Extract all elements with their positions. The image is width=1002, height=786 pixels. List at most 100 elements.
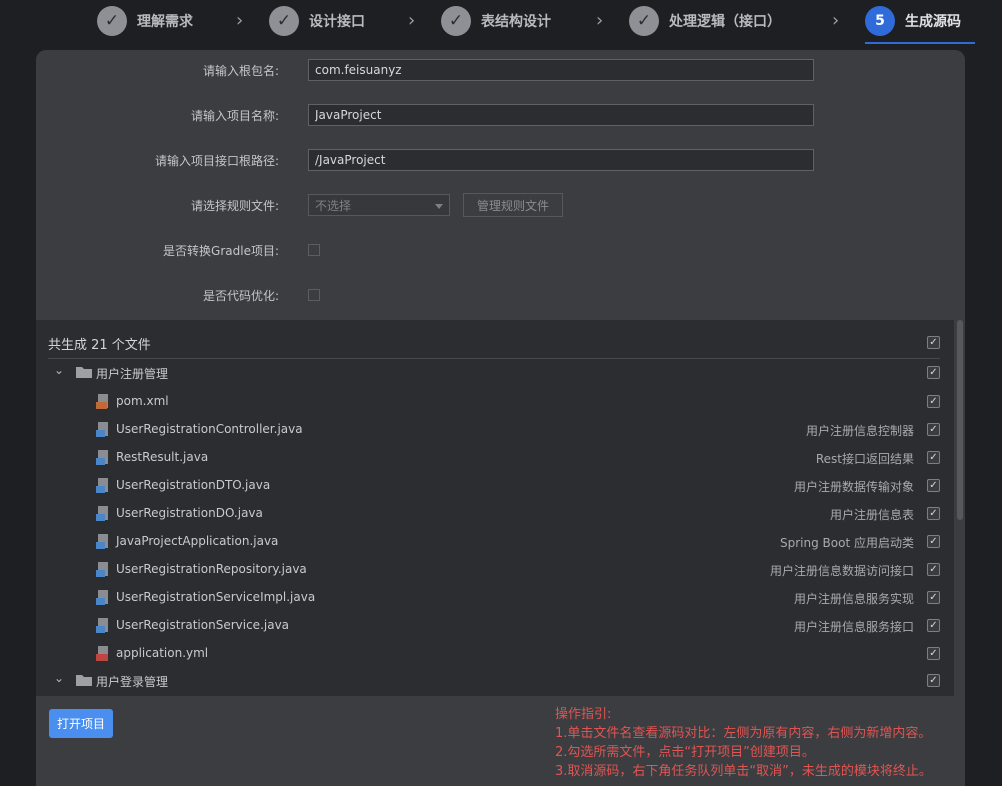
java-file-icon (96, 422, 108, 437)
project-name-input[interactable] (308, 104, 814, 126)
file-checkbox[interactable]: ✓ (927, 591, 940, 604)
chevron-down-icon[interactable]: ⌄ (54, 363, 64, 377)
file-row[interactable]: application.yml ✓ (36, 640, 954, 668)
project-name-label: 请输入项目名称: (190, 108, 279, 123)
java-file-icon (96, 562, 108, 577)
file-row[interactable]: UserRegistrationDO.java 用户注册信息表 ✓ (36, 500, 954, 528)
form-row-rule-file: 请选择规则文件: 不选择 管理规则文件 (36, 192, 965, 218)
package-input[interactable] (308, 59, 814, 81)
folder-checkbox[interactable]: ✓ (927, 366, 940, 379)
chevron-down-icon[interactable]: ⌄ (54, 671, 64, 685)
java-file-icon (96, 618, 108, 633)
xml-file-icon (96, 394, 108, 409)
file-row[interactable]: RestResult.java Rest接口返回结果 ✓ (36, 444, 954, 472)
active-step-underline (865, 42, 975, 44)
folder-name: 用户注册管理 (96, 367, 169, 381)
step-processing-logic[interactable]: ✓ 处理逻辑（接口） (629, 6, 781, 36)
guide-line: 2.勾选所需文件，点击“打开项目”创建项目。 (555, 745, 815, 760)
file-name[interactable]: UserRegistrationDTO.java (116, 478, 270, 492)
file-description: Spring Boot 应用启动类 (780, 536, 914, 550)
file-name[interactable]: UserRegistrationController.java (116, 422, 303, 436)
java-file-icon (96, 534, 108, 549)
step-table-design[interactable]: ✓ 表结构设计 (441, 6, 551, 36)
file-row[interactable]: UserRegistrationRepository.java 用户注册信息数据… (36, 556, 954, 584)
manage-rule-files-button[interactable]: 管理规则文件 (463, 193, 563, 217)
rule-file-label: 请选择规则文件: (190, 198, 279, 213)
file-checkbox[interactable]: ✓ (927, 479, 940, 492)
optimize-label: 是否代码优化: (202, 288, 279, 303)
java-file-icon (96, 590, 108, 605)
open-project-button[interactable]: 打开项目 (49, 709, 113, 738)
optimize-checkbox[interactable] (308, 289, 320, 301)
step-label: 处理逻辑（接口） (669, 14, 781, 30)
file-description: 用户注册数据传输对象 (793, 480, 914, 494)
file-checkbox[interactable]: ✓ (927, 507, 940, 520)
file-name[interactable]: application.yml (116, 646, 208, 660)
folder-name: 用户登录管理 (96, 675, 169, 689)
file-count-summary: 共生成 21 个文件 (48, 338, 151, 353)
rule-file-select[interactable]: 不选择 (308, 194, 450, 216)
rule-file-placeholder: 不选择 (315, 198, 352, 213)
form-row-gradle: 是否转换Gradle项目: (36, 237, 965, 263)
step-design-api[interactable]: ✓ 设计接口 (269, 6, 365, 36)
gradle-checkbox[interactable] (308, 244, 320, 256)
file-checkbox[interactable]: ✓ (927, 423, 940, 436)
guide-line: 1.单击文件名查看源码对比：左侧为原有内容，右侧为新增内容。 (555, 726, 932, 741)
file-checkbox[interactable]: ✓ (927, 395, 940, 408)
yml-file-icon (96, 646, 108, 661)
file-name[interactable]: UserRegistrationRepository.java (116, 562, 307, 576)
guide-title: 操作指引: (555, 707, 612, 722)
step-number: 5 (865, 6, 895, 36)
file-row[interactable]: JavaProjectApplication.java Spring Boot … (36, 528, 954, 556)
chevron-right-icon: › (408, 10, 416, 31)
root-path-input[interactable] (308, 149, 814, 171)
file-checkbox[interactable]: ✓ (927, 619, 940, 632)
file-name[interactable]: RestResult.java (116, 450, 208, 464)
java-file-icon (96, 506, 108, 521)
chevron-right-icon: › (596, 10, 604, 31)
file-checkbox[interactable]: ✓ (927, 535, 940, 548)
file-description: 用户注册信息服务实现 (793, 592, 914, 606)
folder-checkbox[interactable]: ✓ (927, 674, 940, 687)
file-name[interactable]: UserRegistrationService.java (116, 618, 289, 632)
package-label: 请输入根包名: (202, 63, 279, 78)
file-description: Rest接口返回结果 (815, 452, 914, 466)
step-understand-requirements[interactable]: ✓ 理解需求 (97, 6, 193, 36)
form-row-optimize: 是否代码优化: (36, 282, 965, 308)
file-checkbox[interactable]: ✓ (927, 451, 940, 464)
file-name[interactable]: UserRegistrationServiceImpl.java (116, 590, 315, 604)
caret-down-icon (435, 204, 443, 209)
operation-guide: 操作指引: 1.单击文件名查看源码对比：左侧为原有内容，右侧为新增内容。 2.勾… (555, 705, 932, 781)
file-name[interactable]: UserRegistrationDO.java (116, 506, 263, 520)
file-checkbox[interactable]: ✓ (927, 647, 940, 660)
file-name[interactable]: pom.xml (116, 394, 169, 408)
guide-line: 3.取消源码，右下角任务队列单击“取消”，未生成的模块将终止。 (555, 764, 932, 779)
check-icon: ✓ (97, 6, 127, 36)
file-description: 用户注册信息数据访问接口 (769, 564, 914, 578)
file-name[interactable]: JavaProjectApplication.java (116, 534, 278, 548)
select-all-checkbox[interactable]: ✓ (927, 336, 940, 349)
folder-icon (76, 367, 92, 378)
check-icon: ✓ (441, 6, 471, 36)
folder-row[interactable]: ⌄ 用户注册管理 ✓ (36, 359, 954, 387)
file-row[interactable]: UserRegistrationServiceImpl.java 用户注册信息服… (36, 584, 954, 612)
scrollbar[interactable] (957, 320, 963, 520)
java-file-icon (96, 478, 108, 493)
step-generate-source[interactable]: 5 生成源码 (865, 6, 961, 36)
file-row[interactable]: UserRegistrationController.java 用户注册信息控制… (36, 416, 954, 444)
file-description: 用户注册信息服务接口 (793, 620, 914, 634)
folder-row[interactable]: ⌄ 用户登录管理 ✓ (36, 667, 954, 695)
step-label: 设计接口 (309, 14, 365, 30)
check-icon: ✓ (629, 6, 659, 36)
step-label: 理解需求 (137, 14, 193, 30)
form-row-root-path: 请输入项目接口根路径: (36, 147, 965, 173)
chevron-right-icon: › (832, 10, 840, 31)
file-row[interactable]: pom.xml ✓ (36, 388, 954, 416)
form-row-package: 请输入根包名: (36, 57, 965, 83)
file-row[interactable]: UserRegistrationDTO.java 用户注册数据传输对象 ✓ (36, 472, 954, 500)
stepper: ✓ 理解需求 › ✓ 设计接口 › ✓ 表结构设计 › ✓ 处理逻辑（接口） ›… (0, 0, 1002, 44)
chevron-right-icon: › (236, 10, 244, 31)
java-file-icon (96, 450, 108, 465)
file-checkbox[interactable]: ✓ (927, 563, 940, 576)
file-row[interactable]: UserRegistrationService.java 用户注册信息服务接口 … (36, 612, 954, 640)
